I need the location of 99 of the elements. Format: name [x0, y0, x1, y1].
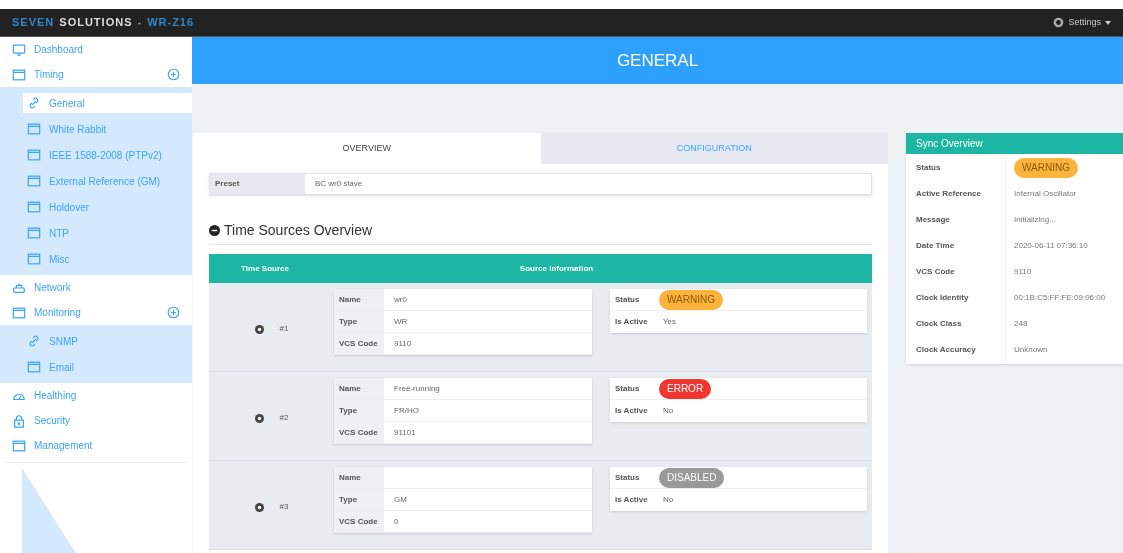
window-icon — [12, 67, 26, 82]
field-value: No — [662, 494, 674, 506]
source-index: #2 — [279, 412, 289, 424]
window-icon — [12, 305, 26, 320]
field-value: 9110 — [393, 337, 412, 350]
field-label: Date Time — [906, 233, 1006, 259]
expand-icon[interactable] — [167, 306, 180, 319]
submenu-item[interactable]: IEEE 1588-2008 (PTPv2) — [23, 145, 192, 165]
field-label: VCS Code — [334, 422, 384, 443]
field-label: Is Active — [614, 405, 649, 417]
window-icon — [27, 252, 41, 266]
submenu-item[interactable]: White Rabbit — [23, 119, 192, 139]
field-label: Type — [334, 400, 384, 421]
submenu-item[interactable]: Misc — [23, 249, 192, 269]
status-badge: DISABLED — [659, 467, 725, 488]
field-value: Initializing... — [1014, 214, 1056, 226]
field-label: Name — [334, 467, 384, 488]
section-title: Time Sources Overview — [224, 221, 373, 240]
submenu-item[interactable]: Holdover — [23, 197, 192, 217]
field-label: Status — [614, 293, 641, 306]
sidebar-item[interactable]: Network — [0, 275, 192, 300]
expand-row-icon[interactable] — [254, 324, 264, 334]
page-title: GENERAL — [616, 49, 699, 72]
field-label: Name — [334, 378, 384, 399]
window-icon — [27, 226, 41, 240]
status-badge: WARNING — [659, 289, 723, 310]
sidebar-item[interactable]: Security — [0, 408, 192, 433]
field-label: Message — [906, 207, 1006, 233]
field-label: Is Active — [614, 494, 649, 506]
preset-value: BC wr0 slave — [314, 178, 364, 190]
field-label: Clock Accuracy — [906, 337, 1006, 363]
submenu-item[interactable]: General — [23, 93, 192, 113]
field-value: 0 — [393, 515, 399, 528]
status-badge: ERROR — [659, 378, 712, 399]
field-value: Yes — [662, 316, 677, 328]
window-icon — [27, 148, 41, 162]
expand-row-icon[interactable] — [254, 502, 264, 512]
submenu-item[interactable]: Email — [23, 357, 192, 377]
column-header: Source Information — [518, 262, 595, 275]
field-label: Name — [334, 289, 384, 310]
field-label: Status — [906, 155, 1006, 181]
field-label: Clock Class — [906, 311, 1006, 337]
monitor-icon — [12, 42, 26, 57]
status-badge: WARNING — [1014, 158, 1078, 178]
field-label: VCS Code — [334, 511, 384, 532]
field-value: 248 — [1014, 318, 1028, 330]
field-value: Internal Oscillator — [1014, 188, 1077, 200]
settings-menu[interactable]: Settings — [1053, 15, 1111, 30]
field-label: VCS Code — [334, 333, 384, 354]
model-text: WR-Z16 — [147, 15, 195, 31]
panel-title: Sync Overview — [916, 137, 983, 151]
expand-row-icon[interactable] — [254, 413, 264, 423]
field-label: Status — [614, 382, 641, 395]
field-value: Unknown — [1014, 344, 1048, 356]
collapse-icon[interactable] — [209, 225, 220, 236]
field-value: No — [662, 405, 674, 417]
window-icon — [27, 174, 41, 188]
expand-icon[interactable] — [167, 68, 180, 81]
field-value: GM — [393, 493, 407, 506]
field-value: WR — [393, 315, 408, 328]
sidebar-item[interactable]: Healthing — [0, 383, 192, 408]
field-value: 9110 — [1014, 266, 1032, 278]
field-label: Status — [614, 471, 641, 484]
submenu-item[interactable]: NTP — [23, 223, 192, 243]
field-value: 91101 — [393, 426, 416, 439]
preset-label: Preset — [210, 174, 305, 194]
source-index: #3 — [279, 501, 289, 513]
tab[interactable]: CONFIGURATION — [540, 133, 888, 164]
field-value: Free-running — [393, 382, 440, 395]
link-icon — [27, 334, 41, 348]
brand-text: SOLUTIONS — [59, 15, 133, 31]
submenu-item[interactable]: External Reference (GM) — [23, 171, 192, 191]
caret-icon — [1105, 20, 1111, 25]
brand-separator: - — [137, 15, 143, 31]
source-index: #1 — [279, 323, 289, 335]
field-value: 2020-06-11 07:36:10 — [1014, 240, 1088, 252]
lock-icon — [12, 413, 26, 428]
field-label: VCS Code — [906, 259, 1006, 285]
sidebar-item[interactable]: Monitoring — [0, 300, 192, 325]
window-icon — [12, 438, 26, 453]
sidebar-item[interactable]: Dashboard — [0, 37, 192, 62]
window-icon — [27, 360, 41, 374]
field-label: Is Active — [614, 316, 649, 328]
field-label: Clock Identity — [906, 285, 1006, 311]
brand-text: SEVEN — [12, 15, 55, 31]
window-icon — [27, 122, 41, 136]
field-label: Type — [334, 489, 384, 510]
settings-icon — [1053, 17, 1065, 28]
submenu-item[interactable]: SNMP — [23, 331, 192, 351]
field-value: wr0 — [393, 293, 407, 306]
sidebar-item[interactable]: Management — [0, 433, 192, 458]
field-label: Active Reference — [906, 181, 1006, 207]
field-value: 00:1B:C5:FF:FE:09:06:00 — [1014, 292, 1106, 304]
window-icon — [27, 200, 41, 214]
sidebar-item[interactable]: Timing — [0, 62, 192, 87]
column-header: Time Source — [240, 262, 290, 275]
field-label: Type — [334, 311, 384, 332]
field-value: FR/HO — [393, 404, 419, 417]
link-icon — [27, 96, 41, 110]
